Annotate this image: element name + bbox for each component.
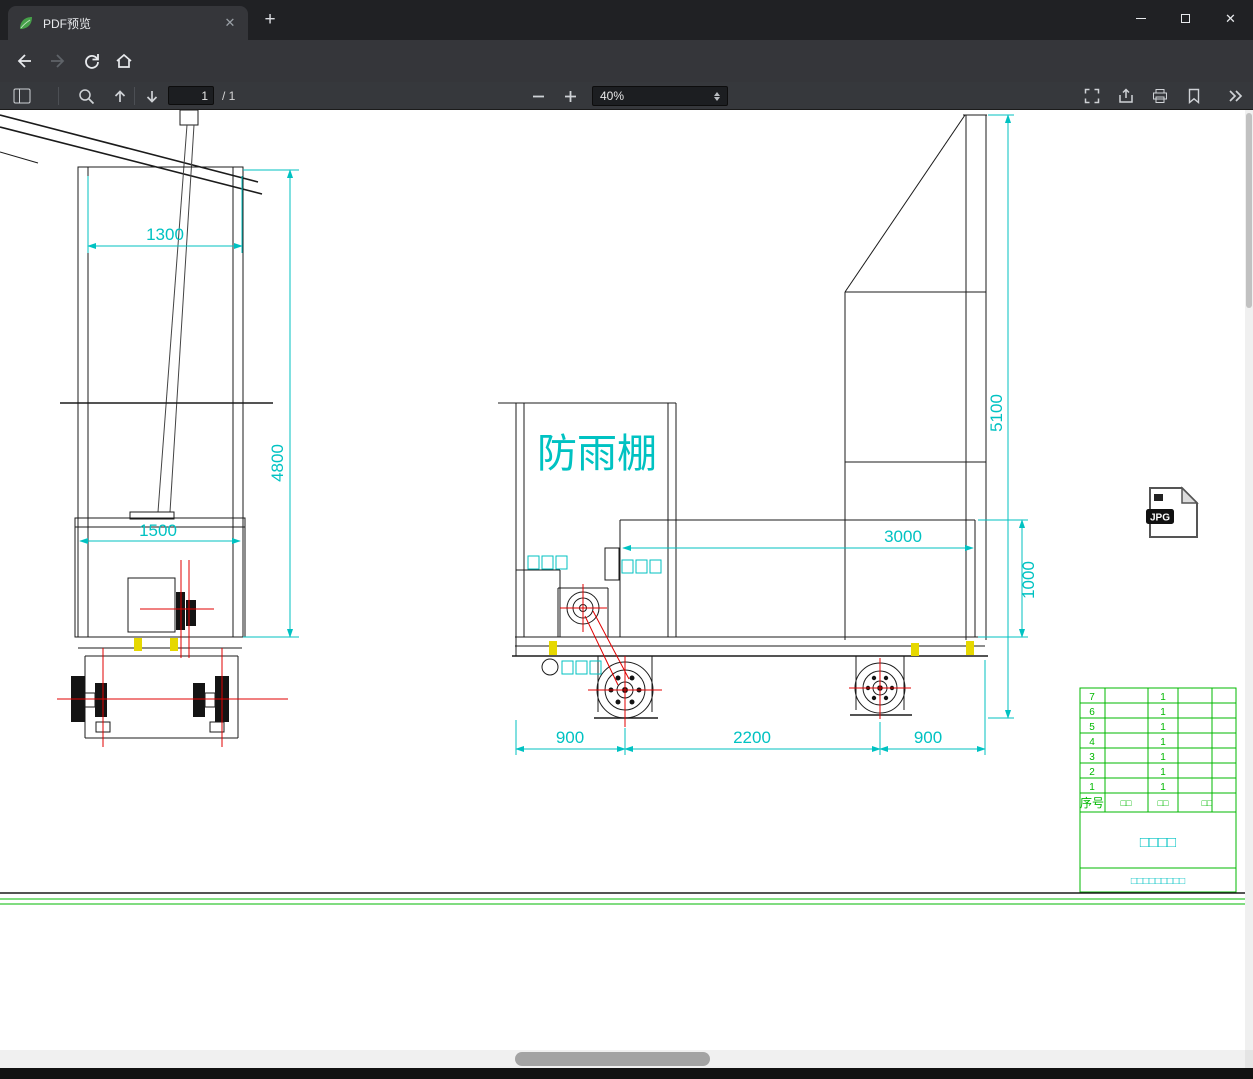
- page-count-label: / 1: [222, 89, 236, 103]
- dim-deck-height: 1000: [1019, 561, 1038, 599]
- more-tools-button[interactable]: [1226, 86, 1246, 106]
- horizontal-scrollbar[interactable]: [0, 1050, 1245, 1068]
- bookmark-icon: [1188, 88, 1200, 104]
- dim-deck-length: 3000: [884, 527, 922, 546]
- fullscreen-icon: [1084, 88, 1100, 104]
- page-up-icon: [114, 89, 126, 102]
- bom-header-qty: □□: [1158, 798, 1169, 808]
- bom-header-note: □□: [1202, 798, 1213, 808]
- dim-axle-center: 2200: [733, 728, 771, 747]
- close-icon: ✕: [1225, 10, 1236, 26]
- vertical-scrollbar-thumb[interactable]: [1246, 113, 1252, 308]
- pdf-page-canvas: 1300 4800 1500 防雨棚 3000 1000 5100 900 22…: [0, 110, 1245, 1050]
- bom-row-no: 4: [1089, 737, 1095, 748]
- print-button[interactable]: [1150, 86, 1170, 106]
- open-file-icon: [1119, 88, 1133, 103]
- vertical-scrollbar[interactable]: [1245, 110, 1253, 1050]
- dim-axle-right: 900: [914, 728, 942, 747]
- tab-title: PDF预览: [43, 16, 92, 31]
- home-button[interactable]: [112, 49, 136, 73]
- zoom-value: 40%: [600, 89, 625, 103]
- maximize-icon: [1181, 13, 1190, 23]
- zoom-in-button[interactable]: [560, 86, 580, 106]
- bom-row-qty: 1: [1160, 692, 1166, 703]
- bom-row-no: 5: [1089, 722, 1095, 733]
- fullscreen-button[interactable]: [1082, 86, 1102, 106]
- back-icon: [17, 54, 31, 68]
- bom-row-qty: 1: [1160, 767, 1166, 778]
- page-number-input[interactable]: [168, 86, 214, 105]
- zoom-out-icon: [532, 95, 544, 97]
- dim-front-height: 4800: [268, 444, 287, 482]
- bom-row-qty: 1: [1160, 737, 1166, 748]
- bom-row-qty: 1: [1160, 707, 1166, 718]
- new-tab-button[interactable]: +: [260, 10, 280, 31]
- canopy-label: 防雨棚: [537, 432, 657, 476]
- jpg-file-icon: JPG: [1146, 486, 1199, 538]
- browser-tab[interactable]: PDF预览 ✕: [8, 6, 248, 40]
- dim-front-top-width: 1300: [146, 225, 184, 244]
- bom-row-qty: 1: [1160, 782, 1166, 793]
- sheet-border: [0, 892, 1245, 905]
- bom-row-no: 7: [1089, 692, 1095, 703]
- print-icon: [1153, 89, 1167, 103]
- cad-title-block: 7 6 5 4 3 2 1 1 1 1 1 1 1 1 序号 □□ □□ □□ …: [1079, 687, 1237, 893]
- window-titlebar: PDF预览 ✕ + ✕: [0, 0, 1253, 40]
- zoom-out-button[interactable]: [528, 86, 548, 106]
- bom-row-qty: 1: [1160, 722, 1166, 733]
- reload-button[interactable]: [80, 49, 104, 73]
- sidebar-toggle-icon: [13, 88, 31, 104]
- page-down-button[interactable]: [142, 86, 162, 106]
- pdf-toolbar: / 1 40%: [0, 82, 1253, 110]
- zoom-in-icon: [564, 90, 576, 102]
- window-controls: ✕: [1118, 0, 1253, 36]
- chevrons-right-icon: [1229, 90, 1243, 102]
- toolbar-divider: [134, 87, 135, 105]
- scrollbar-corner: [1245, 1050, 1253, 1068]
- dim-front-mid-width: 1500: [139, 521, 177, 540]
- back-button[interactable]: [12, 49, 36, 73]
- cad-front-view: 1300 4800 1500: [0, 110, 299, 747]
- bom-row-no: 3: [1089, 752, 1095, 763]
- close-button[interactable]: ✕: [1208, 0, 1253, 36]
- browser-toolbar: localhost:8012/onlinePreview?url=http%3A…: [0, 40, 1253, 115]
- forward-icon: [51, 54, 65, 68]
- tab-close-icon[interactable]: ✕: [222, 15, 238, 31]
- search-icon: [78, 88, 94, 104]
- window-bottom-edge: [0, 1068, 1253, 1079]
- open-file-button[interactable]: [1116, 86, 1136, 106]
- jpg-label: JPG: [1150, 513, 1170, 524]
- zoom-select[interactable]: 40%: [592, 86, 728, 106]
- page-up-button[interactable]: [110, 86, 130, 106]
- bookmark-button[interactable]: [1184, 86, 1204, 106]
- drawing-footer-text: □□□□□□□□□: [1131, 876, 1185, 887]
- dim-axle-left: 900: [556, 728, 584, 747]
- minimize-button[interactable]: [1118, 0, 1163, 36]
- minimize-icon: [1135, 17, 1146, 19]
- bom-header-name: □□: [1121, 798, 1132, 808]
- page-down-icon: [146, 90, 158, 103]
- home-icon: [116, 53, 132, 68]
- find-button[interactable]: [76, 86, 96, 106]
- bom-row-no: 6: [1089, 707, 1095, 718]
- sidebar-toggle-button[interactable]: [12, 86, 32, 106]
- forward-button[interactable]: [46, 49, 70, 73]
- bom-header-no: 序号: [1080, 795, 1104, 810]
- bom-row-no: 1: [1089, 782, 1095, 793]
- select-arrows-icon: [714, 91, 720, 101]
- cad-side-view: 防雨棚 3000 1000 5100 900 2200 900: [498, 114, 1038, 755]
- leaf-favicon-icon: [20, 17, 32, 29]
- toolbar-divider: [58, 87, 59, 105]
- cad-drawing: 1300 4800 1500 防雨棚 3000 1000 5100 900 22…: [0, 110, 1245, 905]
- bom-row-qty: 1: [1160, 752, 1166, 763]
- maximize-button[interactable]: [1163, 0, 1208, 36]
- horizontal-scrollbar-thumb[interactable]: [515, 1052, 710, 1066]
- reload-icon: [85, 54, 99, 69]
- dim-side-height: 5100: [987, 394, 1006, 432]
- drawing-title-text: □□□□: [1140, 834, 1176, 851]
- bom-row-no: 2: [1089, 767, 1095, 778]
